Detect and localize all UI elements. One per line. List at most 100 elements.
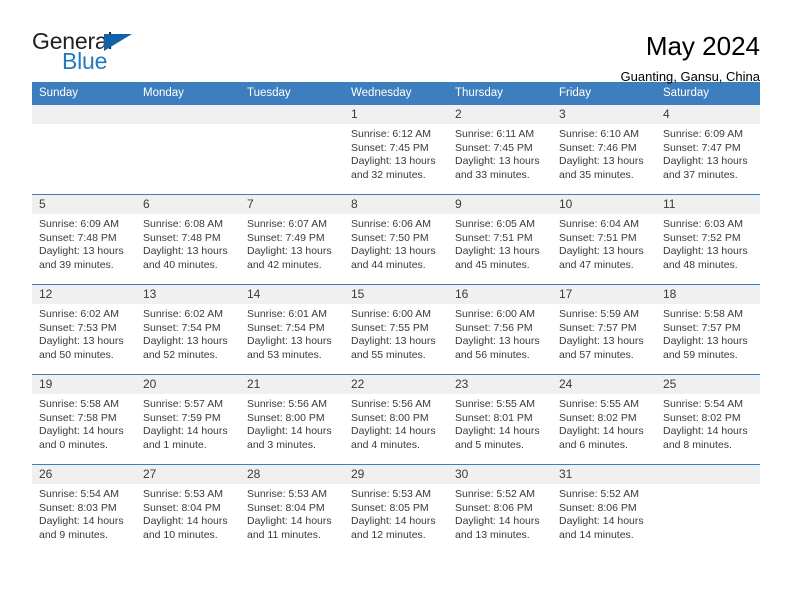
day-number: 18 <box>656 285 760 304</box>
calendar-day-cell[interactable]: 25 Sunrise: 5:54 AM Sunset: 8:02 PM Dayligh… <box>656 374 760 465</box>
sunset-time: Sunset: 7:58 PM <box>39 411 117 424</box>
day-number: 11 <box>656 195 760 214</box>
sunrise-time: Sunrise: 5:55 AM <box>559 398 639 410</box>
daylight-line-2: and 52 minutes. <box>143 348 218 361</box>
daylight-line-1: Daylight: 14 hours <box>559 515 644 528</box>
calendar-day-cell[interactable]: 6 Sunrise: 6:08 AM Sunset: 7:48 PM Daylight… <box>136 194 240 285</box>
calendar-day-cell[interactable]: 8 Sunrise: 6:06 AM Sunset: 7:50 PM Daylight… <box>344 194 448 285</box>
calendar-day-cell[interactable]: 5 Sunrise: 6:09 AM Sunset: 7:48 PM Daylight… <box>32 194 136 285</box>
daylight-line-1: Daylight: 14 hours <box>455 515 540 528</box>
calendar-day-cell[interactable]: 23 Sunrise: 5:55 AM Sunset: 8:01 PM Dayligh… <box>448 374 552 465</box>
weekday-header-saturday: Saturday <box>656 82 760 105</box>
weekday-header-wednesday: Wednesday <box>344 82 448 105</box>
daylight-line-1: Daylight: 13 hours <box>143 245 228 258</box>
daylight-line-2: and 37 minutes. <box>663 168 738 181</box>
day-number: 1 <box>344 105 448 124</box>
sunset-time: Sunset: 7:45 PM <box>351 141 429 154</box>
sunset-time: Sunset: 7:59 PM <box>143 411 221 424</box>
calendar-day-cell[interactable]: 7 Sunrise: 6:07 AM Sunset: 7:49 PM Daylight… <box>240 194 344 285</box>
calendar-day-cell[interactable]: 14 Sunrise: 6:01 AM Sunset: 7:54 PM Dayligh… <box>240 284 344 375</box>
calendar-day-cell[interactable]: 13 Sunrise: 6:02 AM Sunset: 7:54 PM Dayligh… <box>136 284 240 375</box>
calendar-day-cell[interactable]: 19 Sunrise: 5:58 AM Sunset: 7:58 PM Dayligh… <box>32 374 136 465</box>
calendar-day-cell[interactable]: 10 Sunrise: 6:04 AM Sunset: 7:51 PM Dayligh… <box>552 194 656 285</box>
calendar-day-cell[interactable]: 20 Sunrise: 5:57 AM Sunset: 7:59 PM Dayligh… <box>136 374 240 465</box>
daylight-line-1: Daylight: 14 hours <box>39 425 124 438</box>
sunset-time: Sunset: 7:53 PM <box>39 321 117 334</box>
calendar-day-cell[interactable]: 11 Sunrise: 6:03 AM Sunset: 7:52 PM Dayligh… <box>656 194 760 285</box>
day-number: 6 <box>136 195 240 214</box>
day-number: 31 <box>552 465 656 484</box>
daylight-line-1: Daylight: 13 hours <box>39 335 124 348</box>
page-subtitle: Guanting, Gansu, China <box>620 68 760 84</box>
weekday-header-row: Sunday Monday Tuesday Wednesday Thursday… <box>32 82 760 105</box>
calendar-day-cell[interactable]: 17 Sunrise: 5:59 AM Sunset: 7:57 PM Dayligh… <box>552 284 656 375</box>
daylight-line-2: and 59 minutes. <box>663 348 738 361</box>
calendar-day-cell[interactable]: 9 Sunrise: 6:05 AM Sunset: 7:51 PM Daylight… <box>448 194 552 285</box>
daylight-line-1: Daylight: 13 hours <box>455 155 540 168</box>
day-details: Sunrise: 5:52 AM Sunset: 8:06 PM Daylight:… <box>552 484 656 542</box>
sunrise-time: Sunrise: 6:09 AM <box>39 218 119 230</box>
calendar-day-cell[interactable]: 22 Sunrise: 5:56 AM Sunset: 8:00 PM Dayligh… <box>344 374 448 465</box>
sunset-time: Sunset: 7:57 PM <box>663 321 741 334</box>
calendar-day-cell[interactable]: 12 Sunrise: 6:02 AM Sunset: 7:53 PM Dayligh… <box>32 284 136 375</box>
sunset-time: Sunset: 8:05 PM <box>351 501 429 514</box>
sunrise-time: Sunrise: 5:54 AM <box>663 398 743 410</box>
sunrise-time: Sunrise: 5:52 AM <box>559 488 639 500</box>
calendar-week-row: 1 Sunrise: 6:12 AM Sunset: 7:45 PM Daylight… <box>32 104 760 195</box>
calendar-day-cell[interactable]: 4 Sunrise: 6:09 AM Sunset: 7:47 PM Daylight… <box>656 104 760 195</box>
daylight-line-2: and 14 minutes. <box>559 528 634 541</box>
day-details: Sunrise: 5:54 AM Sunset: 8:02 PM Daylight:… <box>656 394 760 452</box>
day-number: 4 <box>656 105 760 124</box>
sunset-time: Sunset: 8:00 PM <box>247 411 325 424</box>
sunset-time: Sunset: 7:48 PM <box>39 231 117 244</box>
day-details: Sunrise: 5:54 AM Sunset: 8:03 PM Daylight:… <box>32 484 136 542</box>
calendar-day-cell[interactable]: 31 Sunrise: 5:52 AM Sunset: 8:06 PM Dayligh… <box>552 464 656 555</box>
day-number: 27 <box>136 465 240 484</box>
calendar-day-cell[interactable]: 18 Sunrise: 5:58 AM Sunset: 7:57 PM Dayligh… <box>656 284 760 375</box>
calendar-day-cell[interactable]: 28 Sunrise: 5:53 AM Sunset: 8:04 PM Dayligh… <box>240 464 344 555</box>
day-number: 2 <box>448 105 552 124</box>
calendar-day-cell[interactable]: 26 Sunrise: 5:54 AM Sunset: 8:03 PM Dayligh… <box>32 464 136 555</box>
day-details: Sunrise: 5:53 AM Sunset: 8:04 PM Daylight:… <box>136 484 240 542</box>
daylight-line-1: Daylight: 13 hours <box>351 155 436 168</box>
daylight-line-2: and 10 minutes. <box>143 528 218 541</box>
calendar-day-cell[interactable]: 3 Sunrise: 6:10 AM Sunset: 7:46 PM Daylight… <box>552 104 656 195</box>
daylight-line-2: and 4 minutes. <box>351 438 420 451</box>
sunset-time: Sunset: 8:02 PM <box>559 411 637 424</box>
day-details: Sunrise: 6:06 AM Sunset: 7:50 PM Daylight:… <box>344 214 448 272</box>
daylight-line-2: and 13 minutes. <box>455 528 530 541</box>
day-details: Sunrise: 6:03 AM Sunset: 7:52 PM Daylight:… <box>656 214 760 272</box>
daylight-line-2: and 32 minutes. <box>351 168 426 181</box>
sunrise-time: Sunrise: 6:07 AM <box>247 218 327 230</box>
daylight-line-1: Daylight: 13 hours <box>455 245 540 258</box>
daylight-line-1: Daylight: 13 hours <box>247 335 332 348</box>
sunset-time: Sunset: 8:06 PM <box>455 501 533 514</box>
daylight-line-1: Daylight: 14 hours <box>143 515 228 528</box>
sunrise-time: Sunrise: 6:11 AM <box>455 128 535 140</box>
daylight-line-2: and 3 minutes. <box>247 438 316 451</box>
sunrise-time: Sunrise: 5:53 AM <box>247 488 327 500</box>
calendar-day-cell[interactable]: 30 Sunrise: 5:52 AM Sunset: 8:06 PM Dayligh… <box>448 464 552 555</box>
daylight-line-1: Daylight: 14 hours <box>351 425 436 438</box>
calendar-day-cell[interactable]: 16 Sunrise: 6:00 AM Sunset: 7:56 PM Dayligh… <box>448 284 552 375</box>
daylight-line-2: and 11 minutes. <box>247 528 321 541</box>
sunset-time: Sunset: 7:50 PM <box>351 231 429 244</box>
day-number: 24 <box>552 375 656 394</box>
calendar-day-cell[interactable]: 21 Sunrise: 5:56 AM Sunset: 8:00 PM Dayligh… <box>240 374 344 465</box>
sunset-time: Sunset: 7:55 PM <box>351 321 429 334</box>
day-details: Sunrise: 6:00 AM Sunset: 7:55 PM Daylight:… <box>344 304 448 362</box>
sunrise-time: Sunrise: 5:53 AM <box>351 488 431 500</box>
calendar-day-cell[interactable]: 29 Sunrise: 5:53 AM Sunset: 8:05 PM Dayligh… <box>344 464 448 555</box>
day-number: 10 <box>552 195 656 214</box>
calendar-day-cell[interactable]: 15 Sunrise: 6:00 AM Sunset: 7:55 PM Dayligh… <box>344 284 448 375</box>
calendar-day-cell[interactable]: 1 Sunrise: 6:12 AM Sunset: 7:45 PM Daylight… <box>344 104 448 195</box>
calendar-cell-empty <box>32 104 136 195</box>
calendar-day-cell[interactable]: 27 Sunrise: 5:53 AM Sunset: 8:04 PM Dayligh… <box>136 464 240 555</box>
sunset-time: Sunset: 8:04 PM <box>247 501 325 514</box>
daylight-line-2: and 1 minute. <box>143 438 207 451</box>
calendar-day-cell[interactable]: 2 Sunrise: 6:11 AM Sunset: 7:45 PM Daylight… <box>448 104 552 195</box>
calendar-day-cell[interactable]: 24 Sunrise: 5:55 AM Sunset: 8:02 PM Dayligh… <box>552 374 656 465</box>
day-number: 26 <box>32 465 136 484</box>
day-number: 19 <box>32 375 136 394</box>
day-number <box>240 105 344 124</box>
